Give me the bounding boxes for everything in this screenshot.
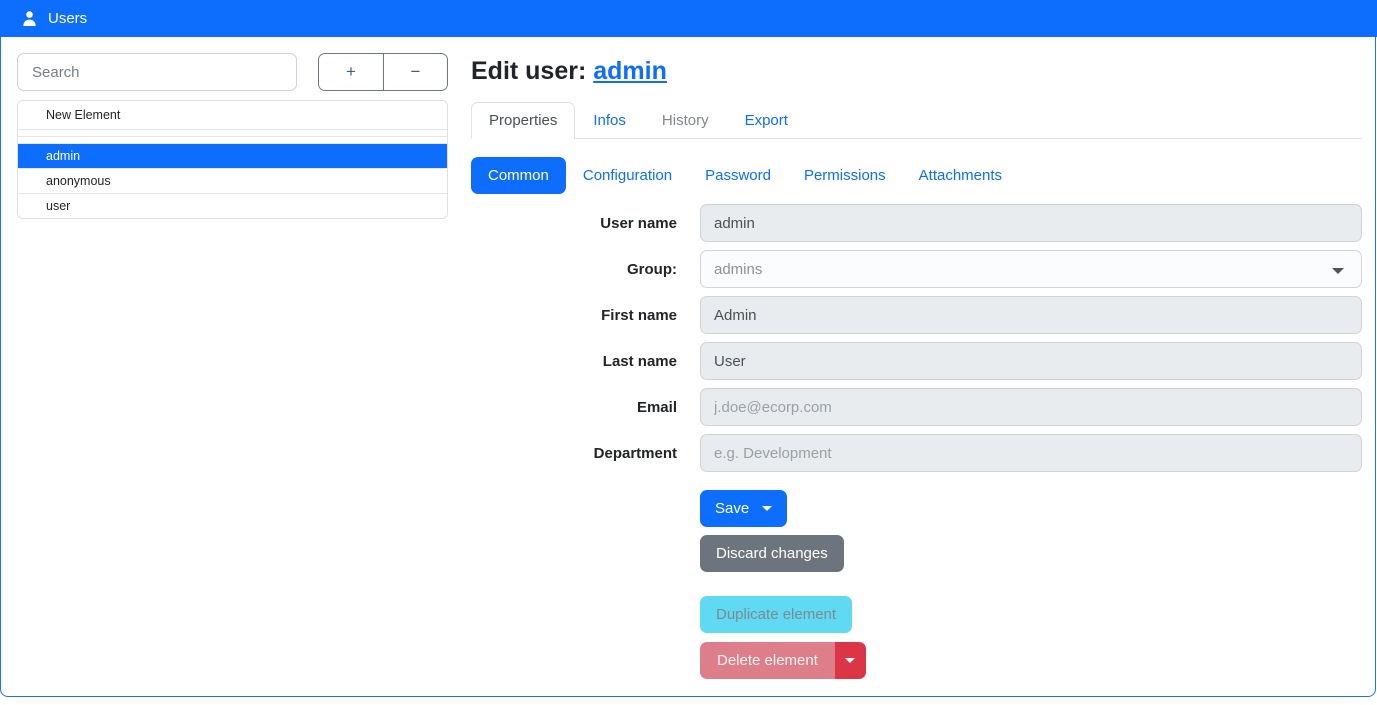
list-spacer-row xyxy=(18,136,447,143)
add-element-button[interactable]: + xyxy=(319,54,383,90)
form-row-email: Email xyxy=(471,388,1362,426)
subtab-password[interactable]: Password xyxy=(689,157,787,194)
duplicate-element-button: Duplicate element xyxy=(700,596,852,633)
page-title: Edit user: admin xyxy=(471,57,1362,86)
form-row-firstname: First name xyxy=(471,296,1362,334)
email-label: Email xyxy=(471,399,700,416)
subtab-common[interactable]: Common xyxy=(471,157,566,194)
delete-dropdown-toggle[interactable] xyxy=(835,642,866,679)
discard-changes-button[interactable]: Discard changes xyxy=(700,535,844,572)
email-field[interactable] xyxy=(700,388,1362,426)
save-button[interactable]: Save xyxy=(700,490,787,527)
caret-down-icon xyxy=(762,506,772,511)
editor-panel: Edit user: admin Properties Infos Histor… xyxy=(471,57,1362,679)
subtab-attachments[interactable]: Attachments xyxy=(903,157,1018,194)
user-form: User name Group: admins First name Last … xyxy=(471,204,1362,472)
caret-down-icon xyxy=(845,658,855,663)
department-field[interactable] xyxy=(700,434,1362,472)
tab-export[interactable]: Export xyxy=(727,102,806,139)
group-select-value: admins xyxy=(714,261,762,278)
list-item-admin[interactable]: admin xyxy=(18,143,447,168)
page-title-prefix: Edit user: xyxy=(471,57,586,85)
list-spacer-row xyxy=(18,129,447,136)
action-buttons: Save Discard changes Duplicate element D… xyxy=(700,480,1362,679)
subtab-permissions[interactable]: Permissions xyxy=(788,157,902,194)
form-row-group: Group: admins xyxy=(471,250,1362,288)
edited-user-link[interactable]: admin xyxy=(593,57,667,85)
element-list: New Element admin anonymous user xyxy=(17,100,448,219)
add-remove-group: + − xyxy=(318,53,448,91)
tab-infos[interactable]: Infos xyxy=(575,102,644,139)
delete-split-button: Delete element xyxy=(700,642,1362,679)
sidebar-toolbar: + − xyxy=(17,53,448,91)
form-row-username: User name xyxy=(471,204,1362,242)
list-item-anonymous[interactable]: anonymous xyxy=(18,168,447,193)
lastname-label: Last name xyxy=(471,353,700,370)
element-sidebar: + − New Element admin anonymous user xyxy=(17,53,448,219)
save-button-label: Save xyxy=(715,500,749,517)
form-row-lastname: Last name xyxy=(471,342,1362,380)
form-row-department: Department xyxy=(471,434,1362,472)
app-header: Users xyxy=(0,0,1377,37)
remove-element-button[interactable]: − xyxy=(383,54,447,90)
search-input[interactable] xyxy=(17,53,297,91)
group-select[interactable]: admins xyxy=(700,250,1362,288)
username-field[interactable] xyxy=(700,204,1362,242)
firstname-field[interactable] xyxy=(700,296,1362,334)
firstname-label: First name xyxy=(471,307,700,324)
content-frame: + − New Element admin anonymous user Edi… xyxy=(0,37,1376,697)
app-title: Users xyxy=(48,10,87,27)
user-icon xyxy=(21,10,38,27)
main-tab-bar: Properties Infos History Export xyxy=(471,102,1362,139)
tab-properties[interactable]: Properties xyxy=(471,102,575,139)
username-label: User name xyxy=(471,215,700,232)
delete-element-button: Delete element xyxy=(700,642,835,679)
department-label: Department xyxy=(471,445,700,462)
lastname-field[interactable] xyxy=(700,342,1362,380)
properties-sub-nav: Common Configuration Password Permission… xyxy=(471,157,1362,194)
group-label: Group: xyxy=(471,261,700,278)
list-item-new-element[interactable]: New Element xyxy=(18,101,447,129)
list-item-user[interactable]: user xyxy=(18,193,447,218)
tab-history: History xyxy=(644,102,727,139)
subtab-configuration[interactable]: Configuration xyxy=(567,157,688,194)
chevron-down-icon xyxy=(1332,268,1344,274)
